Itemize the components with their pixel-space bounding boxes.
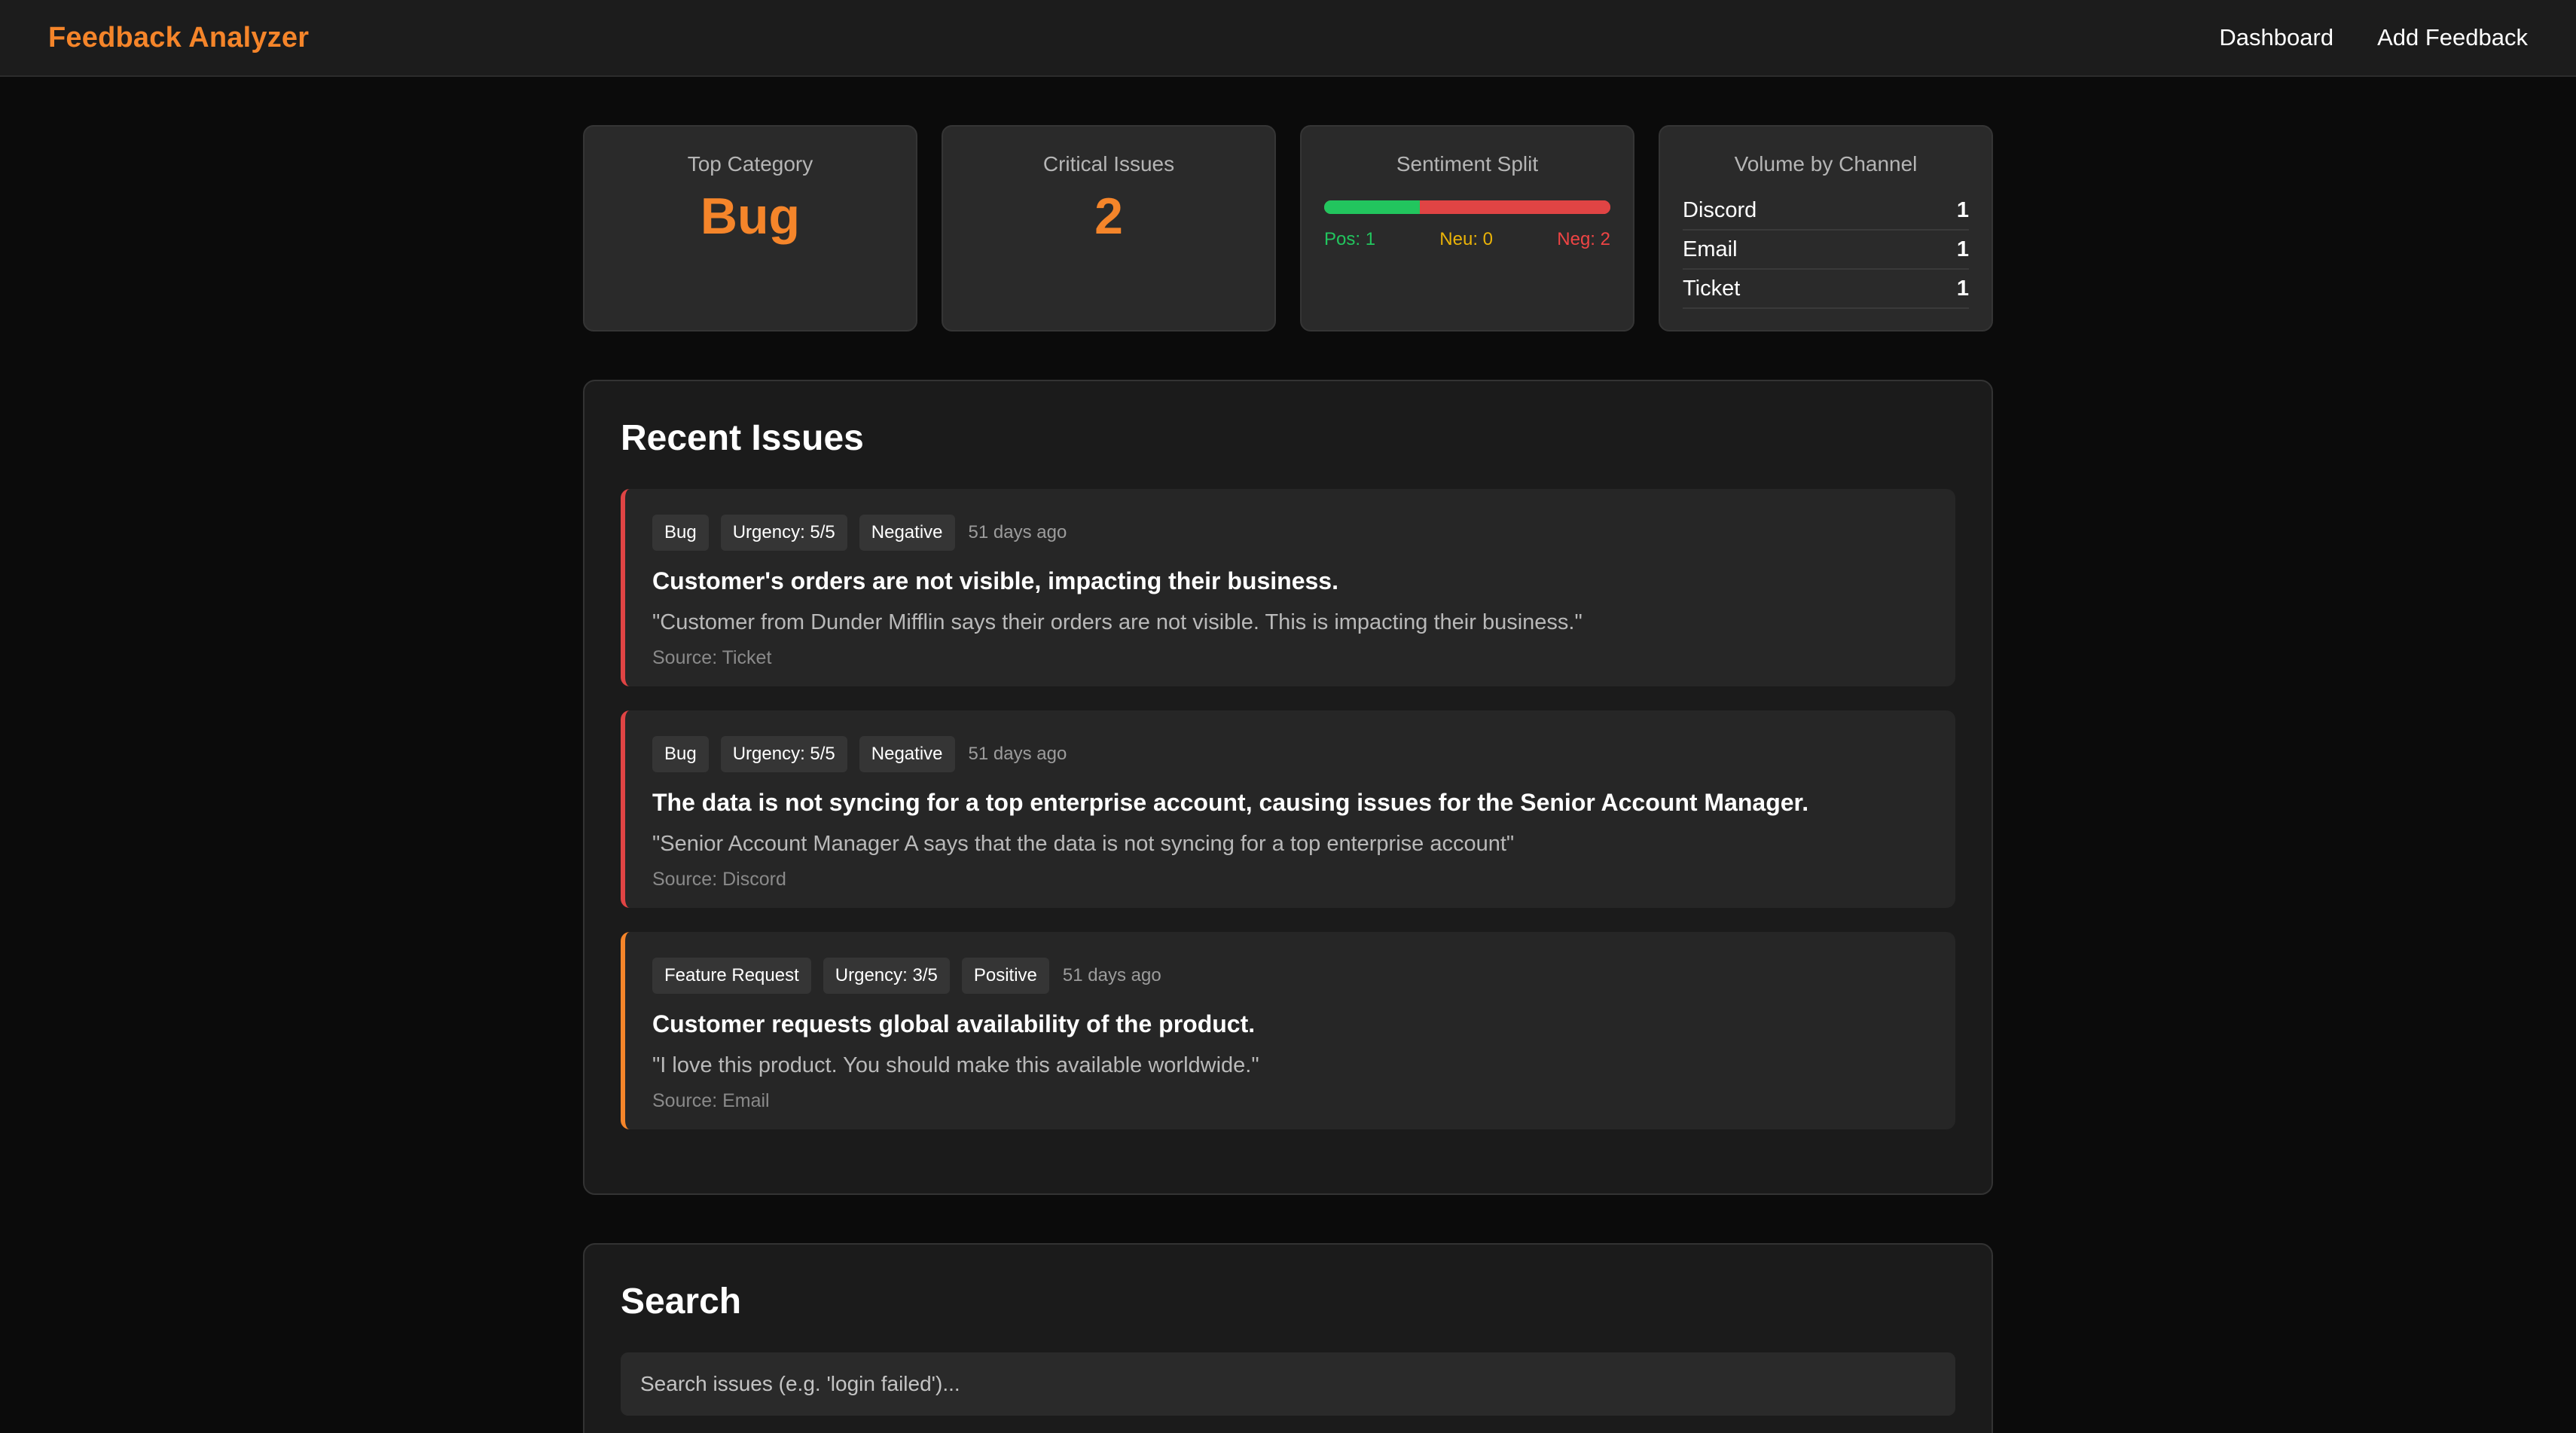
issue-timestamp: 51 days ago xyxy=(968,522,1067,542)
nav-link-add-feedback[interactable]: Add Feedback xyxy=(2377,24,2528,51)
sentiment-negative-label: Neg: 2 xyxy=(1557,229,1610,249)
issue-title: The data is not syncing for a top enterp… xyxy=(652,789,1809,816)
page: Feedback Analyzer Dashboard Add Feedback… xyxy=(0,0,2576,1433)
sentiment-neutral-label: Neu: 0 xyxy=(1439,229,1494,249)
nav-link-dashboard[interactable]: Dashboard xyxy=(2219,24,2333,51)
top-category-card: Top Category Bug xyxy=(583,125,917,332)
channel-list: Discord 1 Email 1 Ticket 1 xyxy=(1683,191,1969,309)
critical-issues-title: Critical Issues xyxy=(1042,152,1175,176)
nav-links: Dashboard Add Feedback xyxy=(2219,24,2528,51)
channel-row: Discord 1 xyxy=(1683,191,1969,231)
sentiment-badge: Positive xyxy=(961,958,1049,994)
channel-name: Ticket xyxy=(1683,276,1741,301)
issue-quote: "Senior Account Manager A says that the … xyxy=(652,832,1515,856)
issue-list: Bug Urgency: 5/5 Negative 51 days ago Cu… xyxy=(621,489,1955,1129)
sentiment-labels: Pos: 1 Neu: 0 Neg: 2 xyxy=(1324,229,1610,250)
category-badge: Feature Request xyxy=(652,958,811,994)
search-input[interactable] xyxy=(621,1352,1955,1416)
issue-timestamp: 51 days ago xyxy=(968,744,1067,764)
category-badge: Bug xyxy=(652,736,709,772)
issue-title: Customer requests global availability of… xyxy=(652,1010,1256,1037)
issue-card[interactable]: Feature Request Urgency: 3/5 Positive 51… xyxy=(621,932,1955,1129)
critical-issues-card: Critical Issues 2 xyxy=(942,125,1276,332)
channel-name: Email xyxy=(1683,237,1738,261)
main-content: Top Category Bug Critical Issues 2 Senti… xyxy=(583,125,1993,1433)
sentiment-split-title: Sentiment Split xyxy=(1396,152,1539,176)
issue-timestamp: 51 days ago xyxy=(1062,965,1161,985)
issue-card[interactable]: Bug Urgency: 5/5 Negative 51 days ago Th… xyxy=(621,710,1955,908)
top-category-title: Top Category xyxy=(687,152,813,176)
channel-row: Ticket 1 xyxy=(1683,270,1969,309)
channel-count: 1 xyxy=(1956,237,1969,261)
navbar: Feedback Analyzer Dashboard Add Feedback xyxy=(0,0,2576,77)
urgency-badge: Urgency: 5/5 xyxy=(720,515,847,551)
critical-issues-value: 2 xyxy=(1094,188,1123,245)
issue-source: Source: Ticket xyxy=(652,647,772,668)
sentiment-bar-negative xyxy=(1419,200,1610,214)
issue-badges: Bug Urgency: 5/5 Negative 51 days ago xyxy=(652,515,1930,551)
volume-by-channel-title: Volume by Channel xyxy=(1734,152,1918,176)
channel-count: 1 xyxy=(1956,276,1969,301)
channel-count: 1 xyxy=(1956,197,1969,222)
sentiment-badge: Negative xyxy=(859,515,955,551)
issue-source: Source: Discord xyxy=(652,869,786,890)
stats-row: Top Category Bug Critical Issues 2 Senti… xyxy=(583,125,1993,332)
sentiment-bar-positive xyxy=(1324,200,1420,214)
sentiment-positive-label: Pos: 1 xyxy=(1324,229,1376,249)
search-title: Search xyxy=(621,1282,742,1321)
issue-source: Source: Email xyxy=(652,1090,770,1111)
sentiment-badge: Negative xyxy=(859,736,955,772)
sentiment-split-card: Sentiment Split Pos: 1 Neu: 0 Neg: 2 xyxy=(1300,125,1634,332)
brand-title[interactable]: Feedback Analyzer xyxy=(48,22,309,54)
issue-title: Customer's orders are not visible, impac… xyxy=(652,567,1338,594)
search-panel: Search xyxy=(583,1243,1993,1433)
category-badge: Bug xyxy=(652,515,709,551)
sentiment-bar xyxy=(1324,200,1610,214)
urgency-badge: Urgency: 5/5 xyxy=(720,736,847,772)
top-category-value: Bug xyxy=(700,188,801,245)
issue-quote: "I love this product. You should make th… xyxy=(652,1053,1259,1077)
channel-name: Discord xyxy=(1683,197,1757,222)
issue-badges: Bug Urgency: 5/5 Negative 51 days ago xyxy=(652,736,1930,772)
urgency-badge: Urgency: 3/5 xyxy=(823,958,950,994)
issue-card[interactable]: Bug Urgency: 5/5 Negative 51 days ago Cu… xyxy=(621,489,1955,686)
issue-quote: "Customer from Dunder Mifflin says their… xyxy=(652,610,1583,634)
recent-issues-title: Recent Issues xyxy=(621,418,864,458)
issue-badges: Feature Request Urgency: 3/5 Positive 51… xyxy=(652,958,1930,994)
volume-by-channel-card: Volume by Channel Discord 1 Email 1 Tick… xyxy=(1659,125,1993,332)
recent-issues-panel: Recent Issues Bug Urgency: 5/5 Negative … xyxy=(583,380,1993,1195)
channel-row: Email 1 xyxy=(1683,231,1969,270)
